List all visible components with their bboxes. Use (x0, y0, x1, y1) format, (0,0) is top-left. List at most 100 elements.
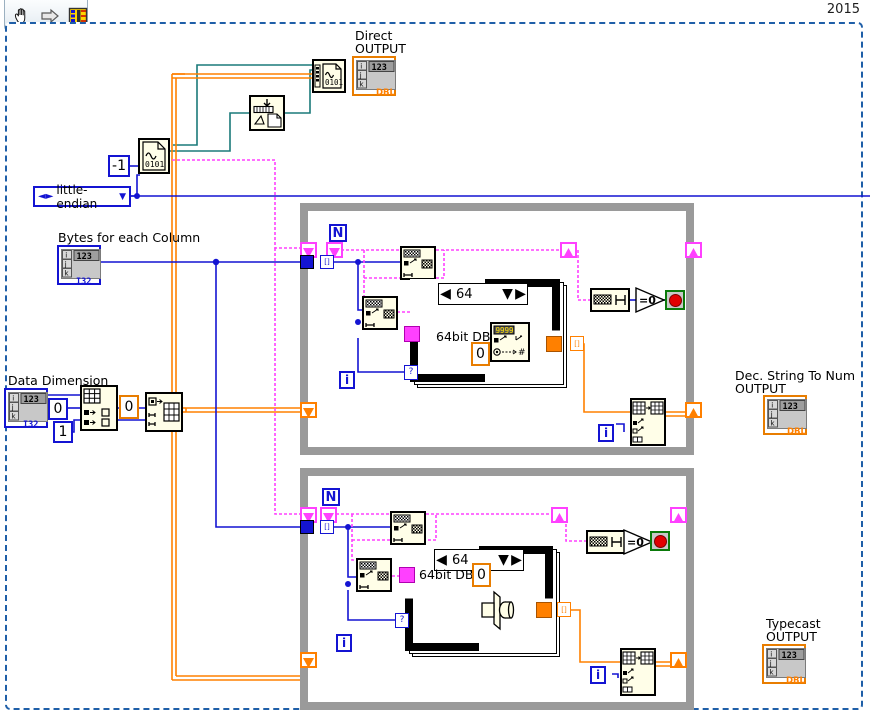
svg-text:i: i (12, 394, 14, 402)
terminal-typecast-output[interactable]: i j k 123 DBL (762, 644, 806, 686)
case-dropdown-icon-lower[interactable]: ▼ (497, 552, 510, 568)
svg-text:i: i (360, 62, 362, 70)
case-prev-arrow-icon-lower[interactable]: ◀ (435, 552, 448, 568)
equal-zero-upper[interactable]: =0 (634, 286, 666, 314)
tunnel-lower-bottom-right-array[interactable] (670, 652, 687, 668)
tunnel-case-upper-value-out[interactable] (546, 336, 562, 352)
tunnel-upper-autoindex-out[interactable]: [] (570, 336, 584, 351)
iteration-terminal-upper[interactable]: i (339, 371, 355, 389)
terminal-bytes-for-each-column[interactable]: i j k 123 I32 (57, 245, 101, 287)
string-subset-lower-1[interactable] (390, 511, 426, 545)
svg-text:9999: 9999 (496, 326, 514, 335)
chevron-down-icon[interactable]: ▼ (119, 192, 126, 202)
enum-endianness-value: little-endian (56, 182, 98, 211)
terminal-direct-output[interactable]: i j k 123 DBL (352, 56, 396, 98)
tunnel-case-upper-string-in[interactable] (404, 326, 420, 342)
case-prev-arrow-icon[interactable]: ◀ (439, 286, 452, 302)
svg-text:=0: =0 (627, 536, 644, 549)
tunnel-upper-right-outer[interactable] (685, 242, 702, 258)
constant-negative-one[interactable]: -1 (108, 155, 130, 177)
svg-text:I32: I32 (23, 420, 38, 428)
tunnel-upper-index-autoindex[interactable]: [] (320, 255, 334, 269)
read-from-binary-file-left[interactable]: 0101 (138, 138, 170, 174)
labview-block-diagram-window: 2015 Direct OUTPUT 0101 i j k 123 DBL -1… (0, 0, 870, 717)
tunnel-case-lower-value-out[interactable] (536, 602, 552, 618)
svg-text:123: 123 (782, 651, 797, 661)
tunnel-upper-bottom-left-array[interactable] (300, 402, 317, 418)
initialize-array[interactable] (145, 392, 183, 432)
boolean-indicator-lower[interactable] (650, 531, 670, 551)
constant-index-zero[interactable]: 0 (48, 398, 68, 420)
tunnel-upper-index-in[interactable] (300, 255, 314, 269)
svg-text:i: i (65, 251, 67, 259)
svg-text:#: # (518, 348, 526, 358)
tunnel-case-lower-string-in[interactable] (399, 567, 415, 583)
tunnel-upper-bottom-right-array[interactable] (685, 402, 702, 418)
terminal-dec-string-output[interactable]: i j k 123 DBL (763, 395, 807, 437)
decimal-string-to-number[interactable]: 9999 # (490, 322, 530, 362)
terminal-data-dimension[interactable]: i j k 123 I32 (4, 388, 48, 430)
typecast[interactable] (478, 588, 522, 634)
replace-array-subset-lower[interactable] (620, 648, 656, 696)
iteration-reference-upper: i (598, 424, 614, 442)
case-dropdown-icon[interactable]: ▼ (501, 286, 514, 302)
svg-text:0101: 0101 (145, 160, 164, 169)
svg-text:j: j (770, 410, 773, 418)
constant-offset-upper[interactable]: 0 (471, 342, 490, 366)
case-selector-terminal-upper[interactable]: ? (404, 365, 418, 380)
tunnel-lower-bottom-left-array[interactable] (300, 652, 317, 668)
direct-output-label: Direct OUTPUT (355, 28, 406, 56)
case-selector-terminal-lower[interactable]: ? (395, 613, 409, 628)
svg-text:DBL: DBL (376, 88, 396, 96)
svg-text:j: j (11, 403, 14, 411)
led-dot-icon (668, 293, 682, 307)
svg-text:i: i (771, 401, 773, 409)
svg-text:123: 123 (783, 402, 798, 412)
constant-initialize-value[interactable]: 0 (119, 395, 139, 419)
replace-array-subset-upper[interactable] (630, 398, 666, 446)
svg-text:I32: I32 (76, 277, 91, 285)
typecast-output-label: Typecast OUTPUT (766, 616, 821, 644)
string-length-upper[interactable] (590, 288, 630, 312)
case-selector-value-upper: 64 (456, 286, 473, 302)
string-subset-lower-2[interactable] (356, 558, 392, 592)
svg-text:i: i (770, 650, 772, 658)
iteration-reference-lower: i (590, 666, 606, 684)
constant-offset-lower[interactable]: 0 (472, 563, 491, 587)
svg-text:j: j (769, 659, 772, 667)
case-next-arrow-icon[interactable]: ▶ (514, 286, 527, 302)
svg-text:DBL: DBL (787, 427, 807, 435)
tunnel-lower-index-autoindex[interactable]: [] (320, 520, 334, 534)
svg-text:123: 123 (372, 63, 387, 73)
string-subset-upper-2[interactable] (362, 296, 398, 330)
dec-string-output-label: Dec. String To Num OUTPUT (735, 368, 855, 396)
constant-index-one[interactable]: 1 (53, 421, 73, 443)
tunnel-upper-right-inner[interactable] (560, 242, 577, 258)
enum-left-right-arrows-icon: ◄► (38, 191, 54, 202)
loop-count-terminal-upper[interactable]: N (329, 224, 347, 242)
index-array[interactable] (80, 385, 118, 431)
led-dot-icon-lower (653, 534, 667, 548)
svg-text:=0: =0 (639, 294, 656, 307)
bytes-for-each-column-label: Bytes for each Column (58, 230, 201, 245)
loop-count-terminal-lower[interactable]: N (322, 488, 340, 506)
close-file[interactable] (249, 95, 285, 131)
case-next-arrow-icon-lower[interactable]: ▶ (510, 552, 523, 568)
svg-text:DBL: DBL (786, 676, 806, 684)
svg-text:j: j (359, 71, 362, 79)
tunnel-lower-right-inner[interactable] (551, 507, 568, 523)
svg-text:123: 123 (24, 395, 39, 405)
svg-text:j: j (64, 260, 67, 268)
svg-text:0101: 0101 (325, 78, 343, 87)
string-length-lower[interactable] (586, 530, 626, 554)
tunnel-lower-right-outer[interactable] (670, 507, 687, 523)
boolean-indicator-upper[interactable] (665, 290, 685, 310)
svg-text:123: 123 (77, 252, 92, 262)
tunnel-lower-autoindex-out[interactable]: [] (557, 602, 571, 617)
tunnel-lower-index-in[interactable] (300, 520, 314, 534)
read-from-binary-file-top[interactable]: 0101 (312, 59, 346, 93)
case-selector-upper[interactable]: ◀ 64 ▼ ▶ (438, 283, 528, 305)
enum-endianness[interactable]: ◄► little-endian ▼ (33, 183, 131, 211)
string-subset-upper-1[interactable] (400, 246, 436, 280)
iteration-terminal-lower[interactable]: i (336, 634, 352, 652)
